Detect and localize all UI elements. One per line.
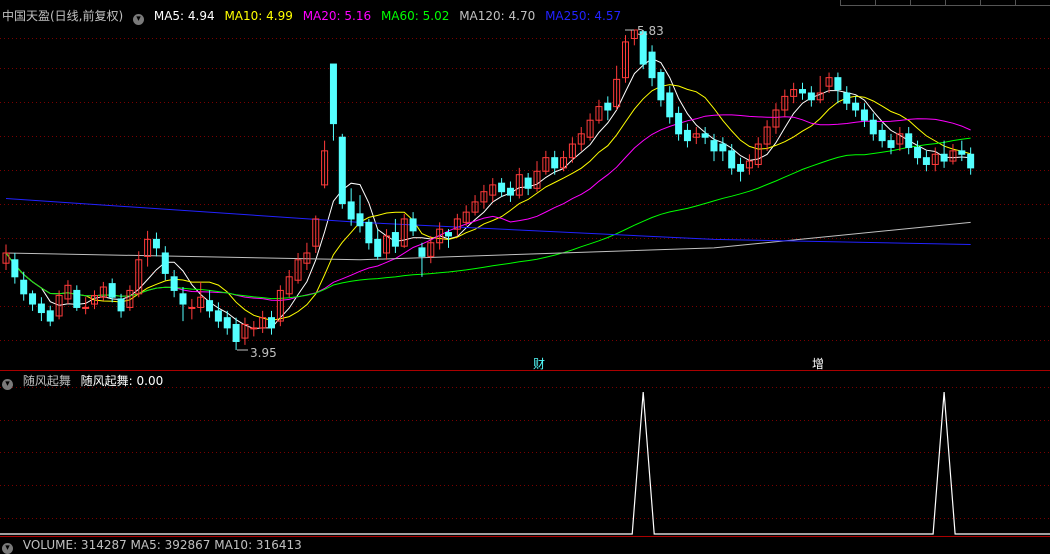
candle-body — [188, 306, 196, 309]
candle-body — [20, 279, 28, 295]
candle-body — [161, 252, 169, 274]
candle-body — [152, 238, 160, 249]
indicator-panel-header: ▾ 随风起舞 随风起舞: 0.00 — [2, 373, 169, 390]
candle-body — [391, 232, 399, 247]
candle-body — [498, 182, 506, 193]
candle-body — [737, 163, 745, 172]
candle-body — [922, 157, 930, 165]
candle-body — [852, 102, 860, 111]
main-panel-header: 中国天盈(日线,前复权) ▾ MA5: 4.94 MA10: 4.99 MA20… — [2, 8, 627, 25]
candle-body — [869, 119, 877, 135]
candle-body — [108, 283, 116, 298]
moving-average-lines — [5, 58, 971, 330]
candle-body — [967, 153, 975, 169]
ma250-line — [5, 198, 971, 245]
toolbar-tab[interactable] — [945, 0, 980, 6]
toolbar-tab[interactable] — [1015, 0, 1050, 6]
grid-lines — [0, 38, 1050, 519]
event-marker-zeng[interactable]: 增 — [812, 357, 824, 371]
ma10-label: MA10: 4.99 — [224, 9, 293, 23]
signal-line — [0, 391, 1050, 535]
candle-body — [232, 323, 240, 342]
candle-body — [675, 112, 683, 135]
candle-body — [206, 300, 214, 312]
candle-body — [940, 153, 948, 162]
panel-dividers — [0, 370, 1050, 537]
candle-body — [82, 306, 90, 309]
candle-body — [657, 72, 665, 101]
low-label: 3.95 — [250, 346, 277, 360]
candle-body — [29, 293, 37, 305]
candle-body — [46, 310, 54, 322]
candle-body — [329, 63, 337, 125]
candle-body — [878, 129, 886, 142]
ma10-line — [5, 84, 971, 321]
stock-title[interactable]: 中国天盈(日线,前复权) — [2, 9, 123, 23]
toolbar-tab[interactable] — [875, 0, 910, 6]
ma5-line — [5, 58, 971, 330]
candle-body — [551, 157, 559, 169]
candle-body — [223, 317, 231, 329]
candle-body — [117, 298, 125, 312]
candle-body — [506, 187, 514, 196]
candle-body — [958, 150, 966, 155]
candle-body — [179, 293, 187, 305]
kline-chart[interactable]: 5.83 3.95 财 增 中国天盈(日线,前复权) ▾ MA5: 4.94 M… — [0, 0, 1050, 554]
candle-body — [701, 133, 709, 138]
candle-body — [374, 238, 382, 257]
indicator-signal-line — [0, 391, 1050, 535]
candle-body — [719, 143, 727, 152]
high-label: 5.83 — [637, 24, 664, 38]
indicator-name[interactable]: 随风起舞 — [23, 374, 71, 388]
toolbar-tab[interactable] — [980, 0, 1015, 6]
candle-body — [860, 109, 868, 121]
chevron-down-icon[interactable]: ▾ — [133, 14, 145, 25]
ma20-label: MA20: 5.16 — [302, 9, 372, 23]
ma5-label: MA5: 4.94 — [153, 9, 215, 23]
candle-body — [807, 92, 815, 101]
candle-body — [356, 213, 364, 227]
top-toolbar-tabs — [840, 0, 1050, 6]
ma60-line — [5, 137, 971, 300]
candle-body — [843, 92, 851, 104]
candle-body — [365, 221, 373, 244]
volume-panel-header: ▾ VOLUME: 314287 MA5: 392867 MA10: 31641… — [2, 537, 308, 554]
candle-body — [683, 129, 691, 142]
candle-body — [73, 289, 81, 308]
chevron-down-icon[interactable]: ▾ — [2, 379, 13, 390]
candle-body — [445, 232, 452, 237]
candle-body — [338, 136, 346, 205]
chart-canvas[interactable]: 5.83 3.95 财 增 — [0, 0, 1050, 545]
event-marker-cai[interactable]: 财 — [533, 357, 545, 371]
candle-body — [799, 89, 806, 94]
volume-label: VOLUME: 314287 MA5: 392867 MA10: 316413 — [22, 538, 302, 552]
ma60-label: MA60: 5.02 — [380, 9, 450, 23]
indicator-value: 随风起舞: 0.00 — [80, 374, 164, 388]
candle-body — [604, 102, 612, 111]
candle-body — [347, 201, 355, 220]
candle-body — [524, 177, 532, 189]
candle-body — [409, 218, 417, 232]
candle-body — [170, 276, 178, 291]
candle-body — [887, 140, 895, 148]
candle-body — [648, 51, 656, 79]
candle-body — [728, 150, 736, 169]
candle-body — [905, 133, 913, 148]
ma250-label: MA250: 4.57 — [545, 9, 622, 23]
toolbar-tab[interactable] — [840, 0, 875, 6]
ma120-label: MA120: 4.70 — [459, 9, 536, 23]
candle-body — [666, 92, 674, 118]
candle-body — [11, 259, 19, 278]
toolbar-tab[interactable] — [910, 0, 945, 6]
candle-body — [834, 77, 842, 91]
candle-body — [418, 247, 426, 257]
candle-body — [710, 140, 718, 152]
candle-body — [250, 327, 258, 330]
candlesticks — [2, 29, 975, 350]
candle-body — [268, 317, 275, 329]
candle-body — [214, 310, 222, 322]
candle-body — [37, 303, 45, 314]
candle-body — [914, 146, 922, 159]
